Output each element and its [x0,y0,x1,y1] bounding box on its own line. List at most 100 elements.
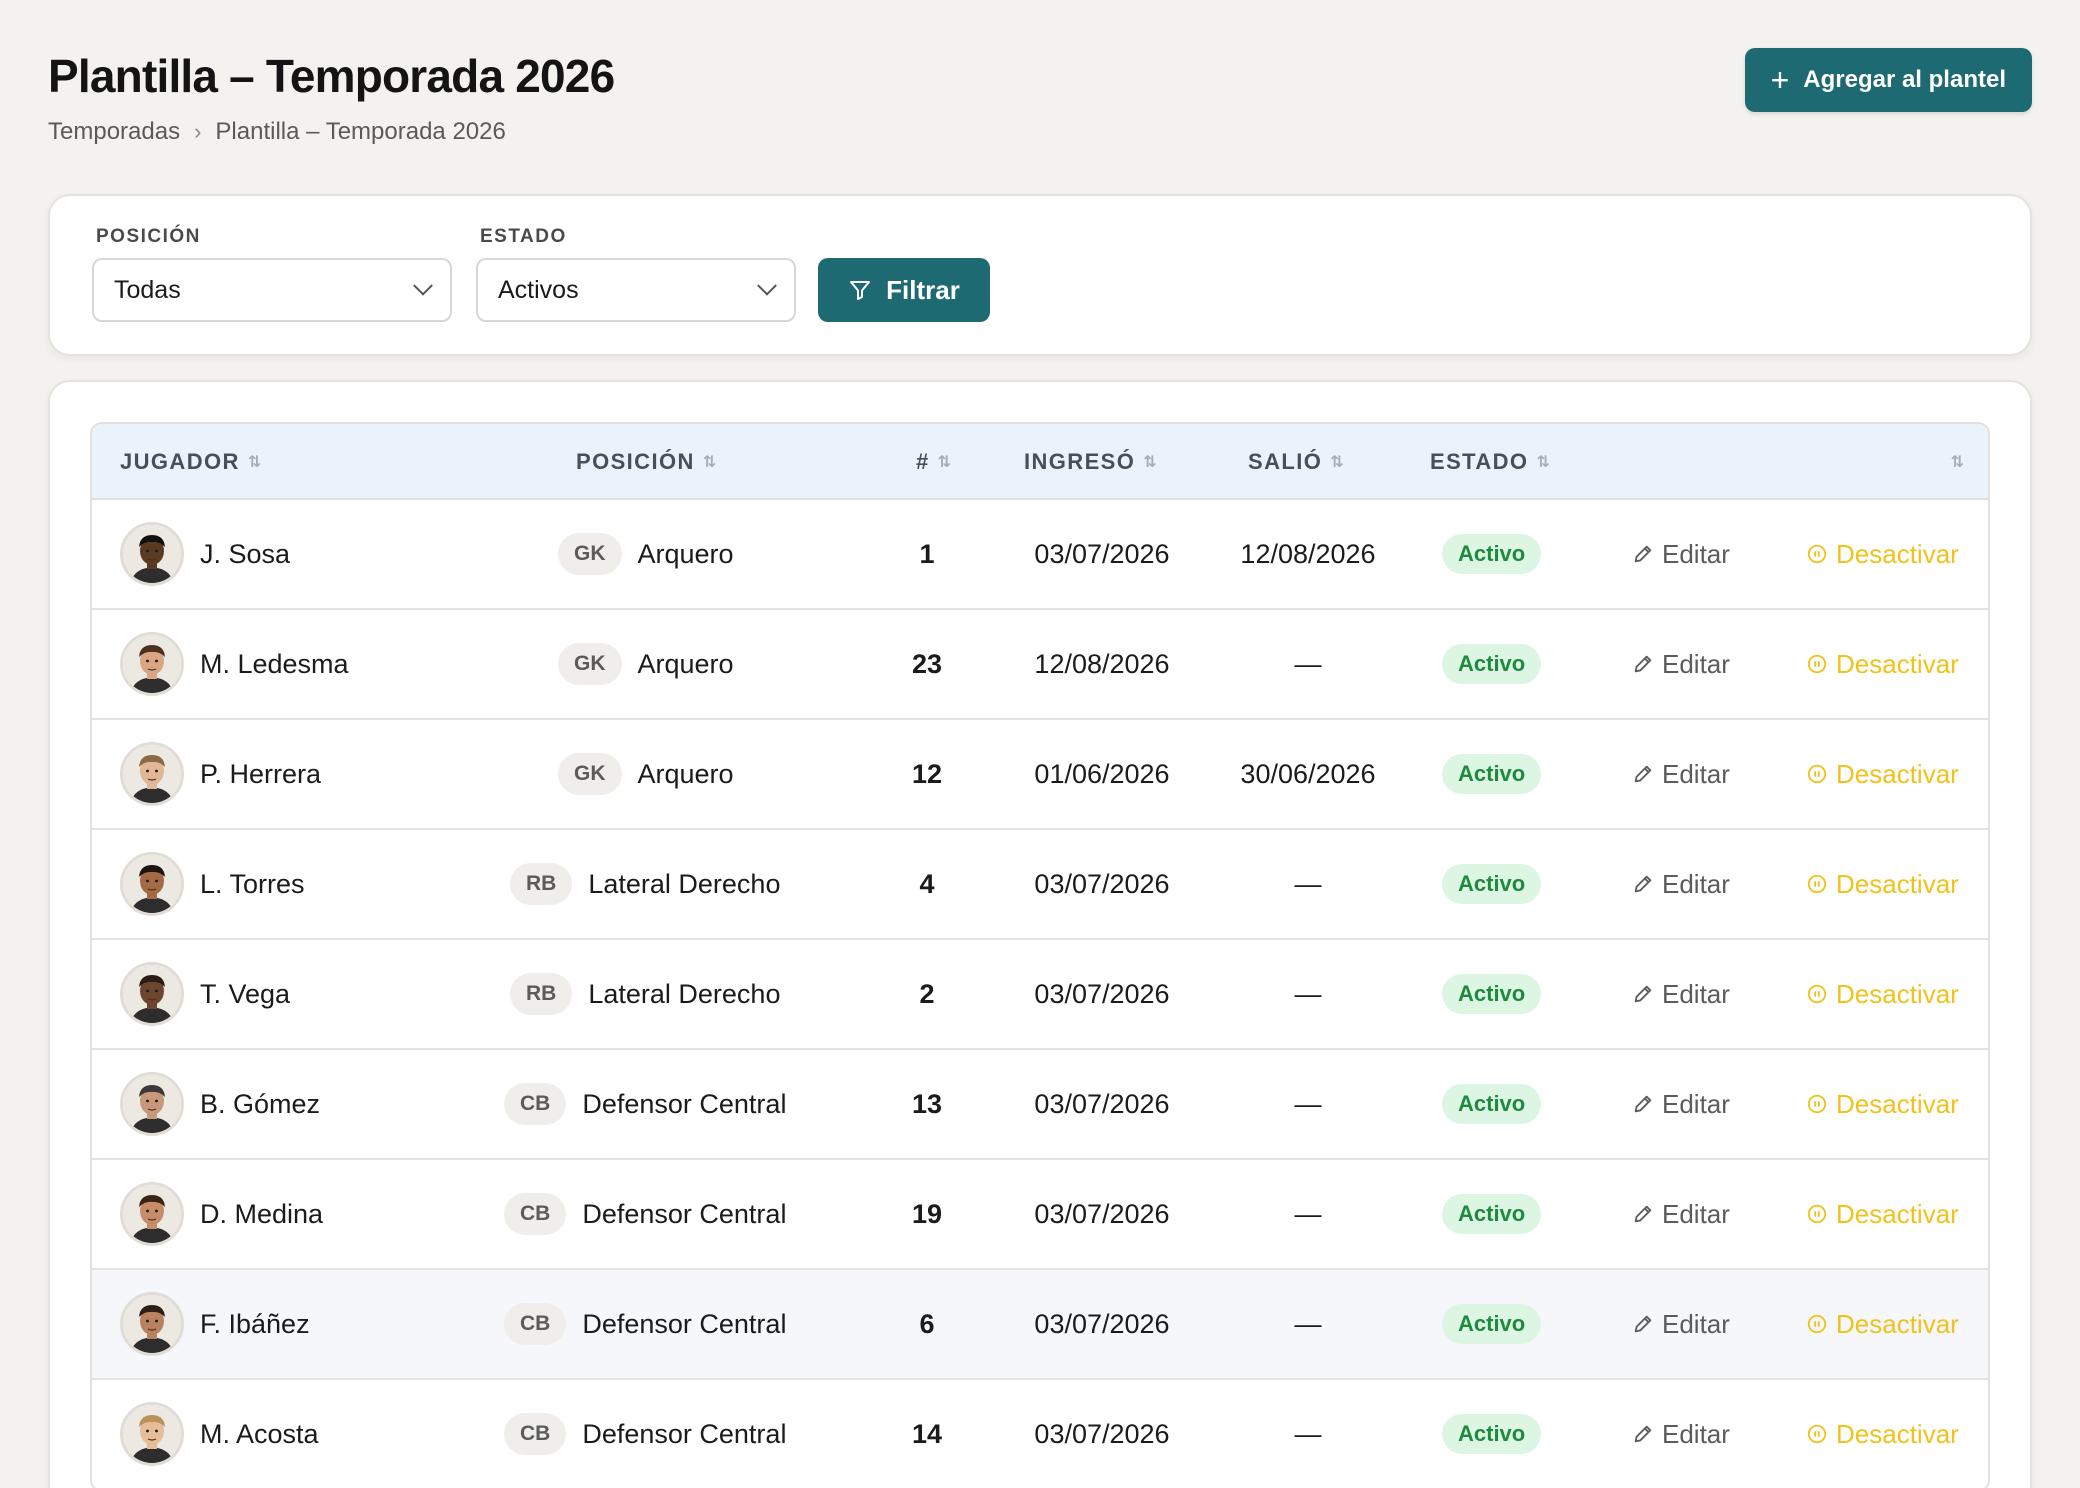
squad-table-card: JUGADOR ⇅ POSICIÓN ⇅ # ⇅ INGRESÓ ⇅ SALIÓ ⇅ ES… [48,380,2032,1488]
edit-label: Editar [1662,1308,1730,1339]
player-face-icon [123,1295,181,1353]
table-row[interactable]: F. Ibáñez CB Defensor Central 6 03/07/20… [92,1270,1988,1380]
column-header-position[interactable]: POSICIÓN ⇅ [576,424,716,500]
deactivate-label: Desactivar [1836,758,1959,789]
edit-button[interactable]: Editar [1632,1380,1730,1488]
player-name[interactable]: J. Sosa [200,539,290,570]
column-header-left[interactable]: SALIÓ ⇅ [1248,424,1344,500]
player-name[interactable]: M. Ledesma [200,649,349,680]
breadcrumb-root-link[interactable]: Temporadas [48,118,180,146]
status-badge: Activo [1442,974,1542,1014]
pause-circle-icon [1807,544,1827,564]
status-badge: Activo [1442,864,1542,904]
edit-button[interactable]: Editar [1632,610,1730,718]
edit-label: Editar [1662,868,1730,899]
position-select[interactable]: Todas [92,258,452,322]
column-header-player[interactable]: JUGADOR ⇅ [120,424,261,500]
shirt-number: 13 [911,1088,943,1119]
player-face-icon [123,745,181,803]
left-date: 12/08/2026 [1240,538,1376,569]
player-cell: T. Vega [120,940,290,1048]
edit-label: Editar [1662,758,1730,789]
player-name[interactable]: L. Torres [200,869,305,900]
column-header-position-label: POSICIÓN [576,449,695,474]
pause-circle-icon [1807,1094,1827,1114]
pencil-icon [1634,655,1652,673]
table-row[interactable]: T. Vega RB Lateral Derecho 2 03/07/2026 … [92,940,1988,1050]
deactivate-button[interactable]: Desactivar [1806,830,1959,938]
player-name[interactable]: F. Ibáñez [200,1309,310,1340]
edit-button[interactable]: Editar [1632,500,1730,608]
player-name[interactable]: P. Herrera [200,759,321,790]
player-face-icon [123,1405,181,1463]
player-cell: J. Sosa [120,500,290,608]
edit-label: Editar [1662,648,1730,679]
add-to-squad-button[interactable]: + Agregar al plantel [1744,48,2032,112]
player-name[interactable]: M. Acosta [200,1419,319,1450]
edit-label: Editar [1662,978,1730,1009]
edit-button[interactable]: Editar [1632,940,1730,1048]
deactivate-button[interactable]: Desactivar [1806,1050,1959,1158]
edit-button[interactable]: Editar [1632,720,1730,828]
table-row[interactable]: D. Medina CB Defensor Central 19 03/07/2… [92,1160,1988,1270]
deactivate-button[interactable]: Desactivar [1806,500,1959,608]
position-cell: CB Defensor Central [504,1270,786,1378]
deactivate-label: Desactivar [1836,538,1959,569]
deactivate-button[interactable]: Desactivar [1806,1160,1959,1268]
status-filter-group: ESTADO Activos [476,226,796,322]
deactivate-button[interactable]: Desactivar [1806,1270,1959,1378]
column-header-actions[interactable]: ⇅ [1951,424,1964,500]
joined-date: 03/07/2026 [1034,868,1170,899]
table-body: J. Sosa GK Arquero 1 03/07/2026 12/08/20… [92,500,1988,1488]
column-header-status[interactable]: ESTADO ⇅ [1430,424,1550,500]
avatar [120,1072,184,1136]
player-cell: M. Ledesma [120,610,349,718]
player-name[interactable]: T. Vega [200,979,290,1010]
shirt-number: 2 [919,978,935,1009]
player-name[interactable]: D. Medina [200,1199,323,1230]
status-select[interactable]: Activos [476,258,796,322]
position-cell: CB Defensor Central [504,1380,786,1488]
joined-date: 03/07/2026 [1034,978,1170,1009]
sort-icon: ⇅ [1143,454,1157,471]
column-header-number-label: # [916,449,930,474]
edit-button[interactable]: Editar [1632,830,1730,938]
position-name: Lateral Derecho [588,868,781,899]
add-to-squad-label: Agregar al plantel [1803,66,2006,93]
deactivate-button[interactable]: Desactivar [1806,940,1959,1048]
pause-circle-icon [1807,984,1827,1004]
status-badge: Activo [1442,644,1542,684]
player-face-icon [123,1185,181,1243]
pause-circle-icon [1807,654,1827,674]
edit-button[interactable]: Editar [1632,1050,1730,1158]
filter-button[interactable]: Filtrar [818,258,990,322]
avatar [120,962,184,1026]
shirt-number: 19 [911,1198,943,1229]
pause-circle-icon [1807,874,1827,894]
avatar [120,522,184,586]
deactivate-button[interactable]: Desactivar [1806,610,1959,718]
deactivate-button[interactable]: Desactivar [1806,1380,1959,1488]
status-cell: Activo [1442,1050,1542,1158]
player-name[interactable]: B. Gómez [200,1089,320,1120]
edit-button[interactable]: Editar [1632,1270,1730,1378]
joined-date: 12/08/2026 [1034,648,1170,679]
table-row[interactable]: M. Ledesma GK Arquero 23 12/08/2026 — Ac… [92,610,1988,720]
deactivate-button[interactable]: Desactivar [1806,720,1959,828]
table-row[interactable]: B. Gómez CB Defensor Central 13 03/07/20… [92,1050,1988,1160]
column-header-number[interactable]: # ⇅ [916,424,951,500]
table-row[interactable]: P. Herrera GK Arquero 12 01/06/2026 30/0… [92,720,1988,830]
joined-date: 03/07/2026 [1034,1308,1170,1339]
table-row[interactable]: L. Torres RB Lateral Derecho 4 03/07/202… [92,830,1988,940]
pause-circle-icon [1807,764,1827,784]
position-cell: RB Lateral Derecho [510,940,780,1048]
edit-button[interactable]: Editar [1632,1160,1730,1268]
status-badge: Activo [1442,1304,1542,1344]
table-row[interactable]: M. Acosta CB Defensor Central 14 03/07/2… [92,1380,1988,1488]
page-header: Plantilla – Temporada 2026 Temporadas › … [48,44,2032,154]
status-cell: Activo [1442,1160,1542,1268]
column-header-status-label: ESTADO [1430,449,1529,474]
joined-date: 03/07/2026 [1034,1198,1170,1229]
table-row[interactable]: J. Sosa GK Arquero 1 03/07/2026 12/08/20… [92,500,1988,610]
column-header-joined[interactable]: INGRESÓ ⇅ [1024,424,1157,500]
